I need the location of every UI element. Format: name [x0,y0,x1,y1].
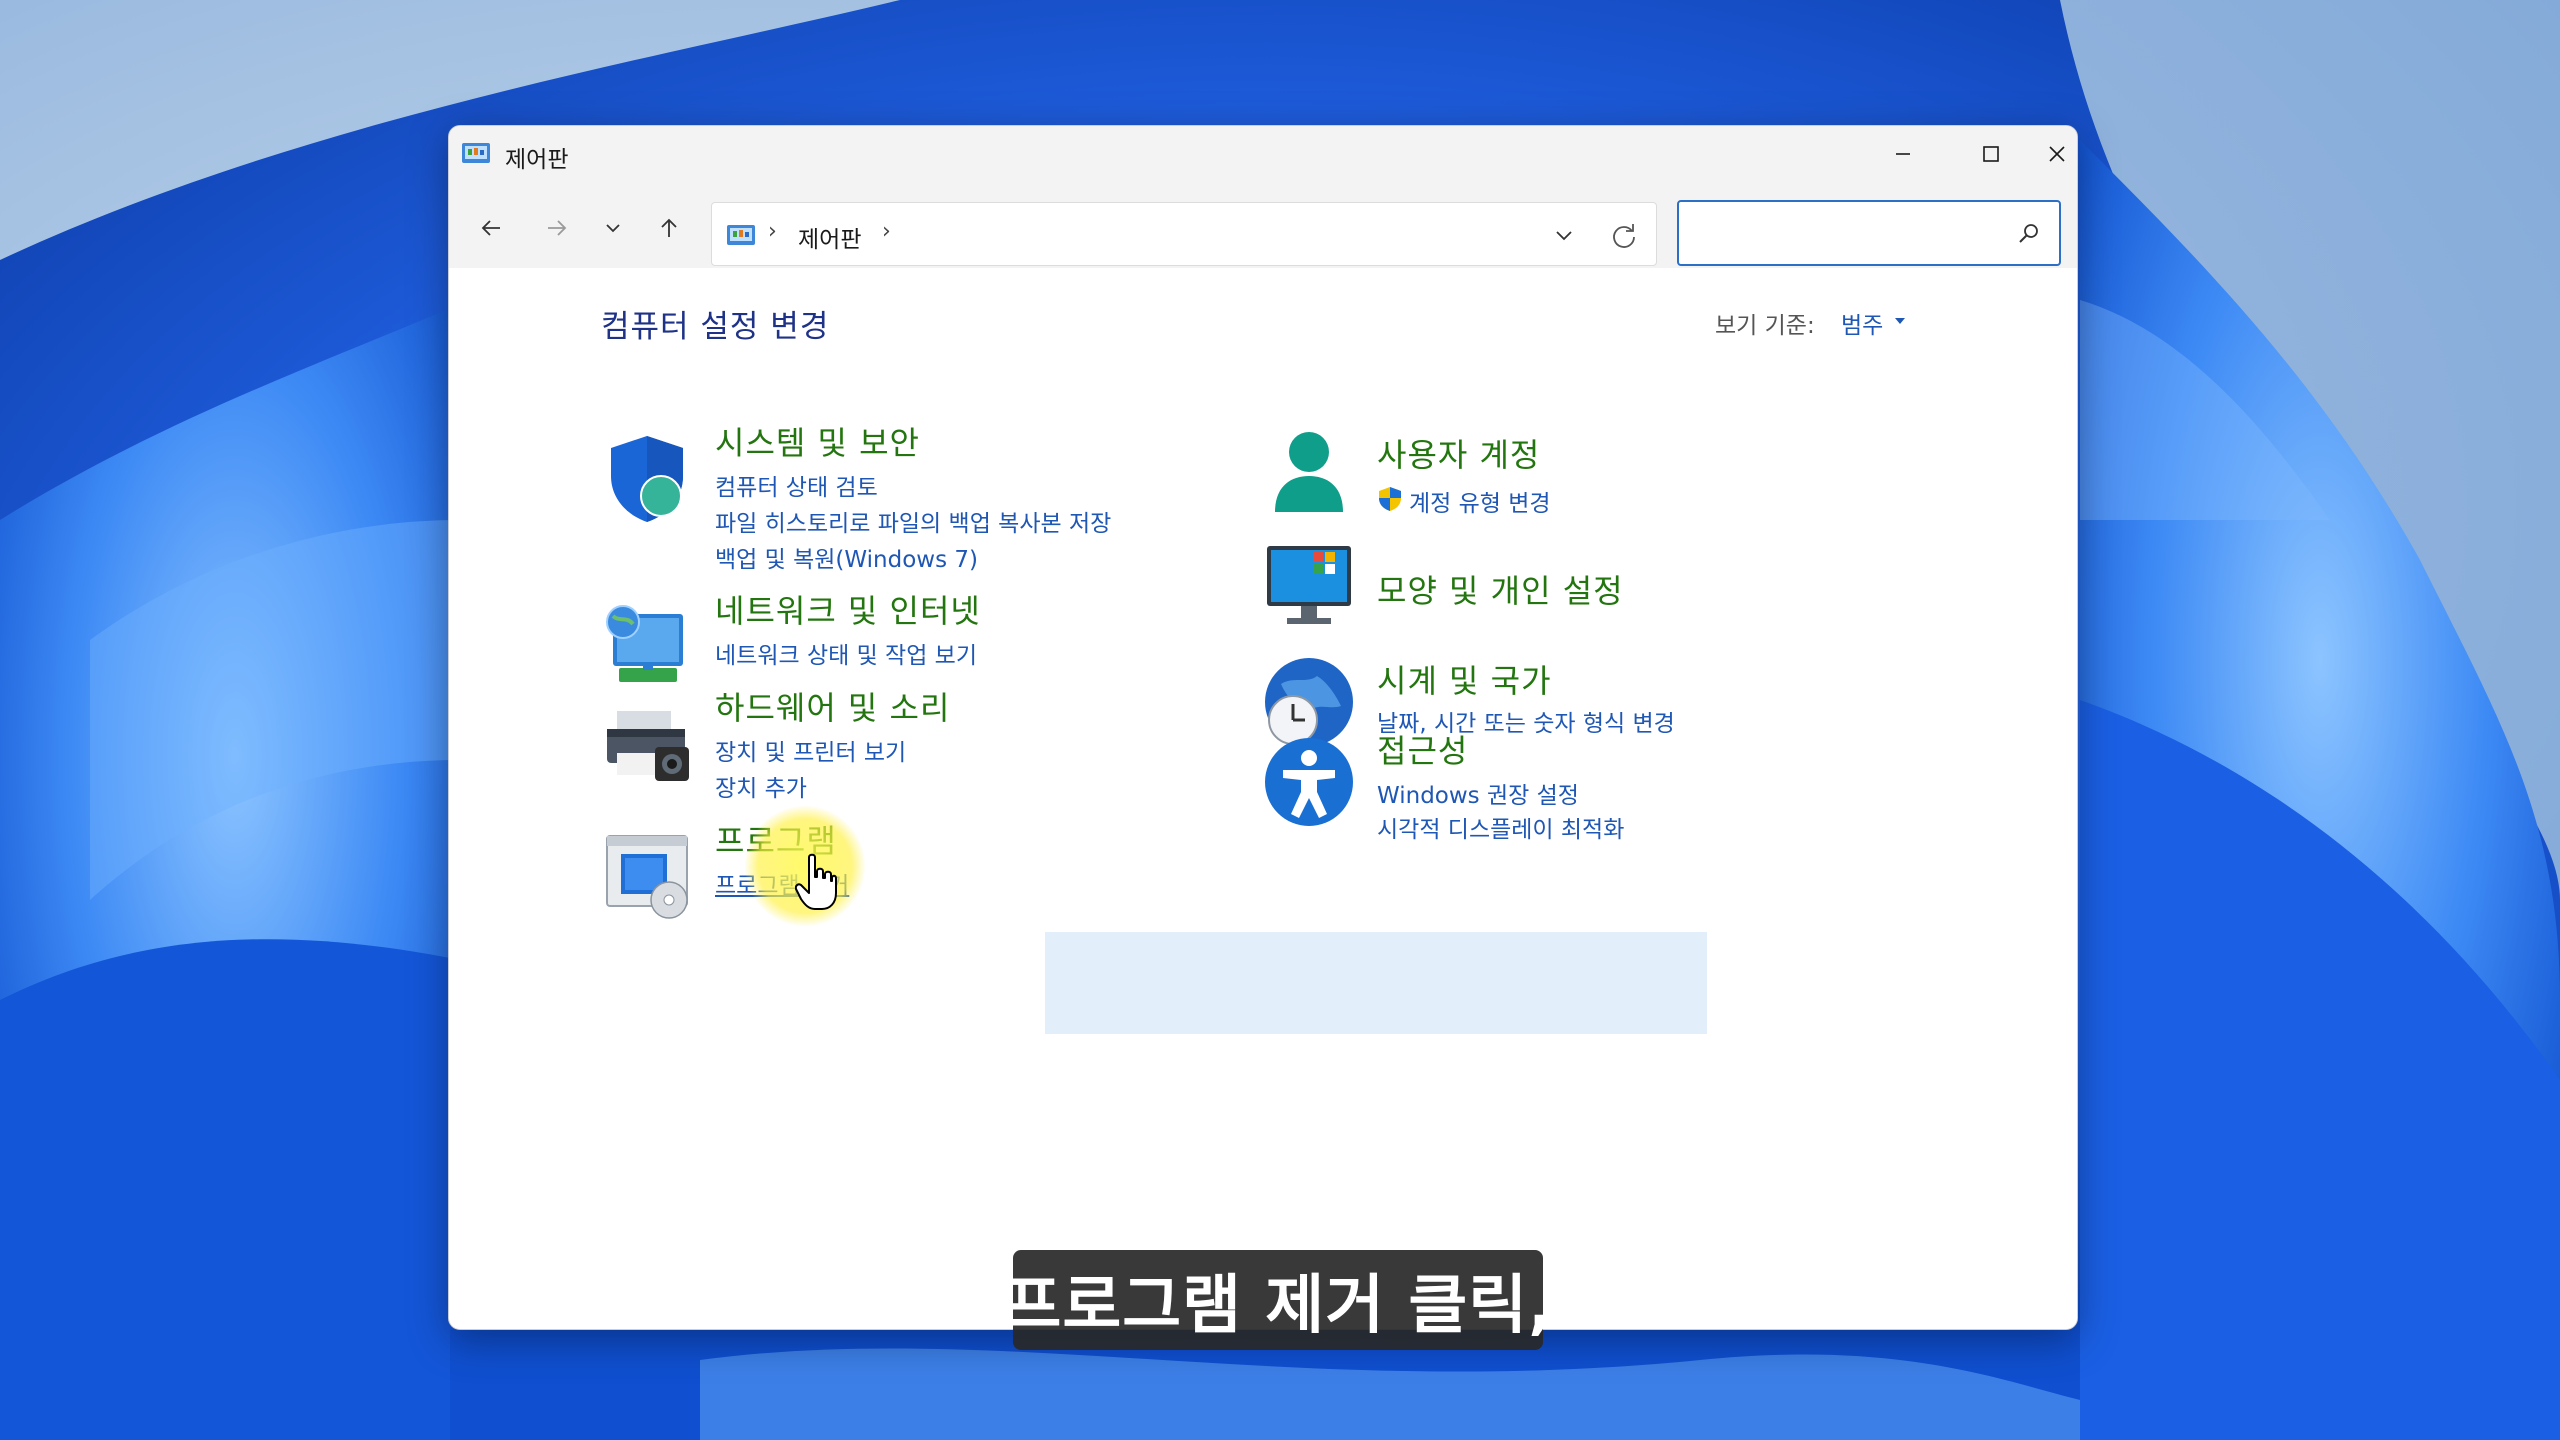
category-appearance-personalization: 모양 및 개인 설정 [1261,538,1821,638]
category-link[interactable]: Windows 권장 설정 [1377,776,1579,810]
category-link[interactable]: 컴퓨터 상태 검토 [715,468,878,502]
programs-icon [606,835,688,919]
close-button[interactable] [2035,126,2077,182]
category-title[interactable]: 시계 및 국가 [1377,656,1552,702]
maximize-icon [1983,146,1999,162]
address-bar[interactable]: › 제어판 › [711,202,1657,266]
control-panel-icon [727,225,755,245]
breadcrumb-separator-icon[interactable]: › [882,219,891,244]
category-link[interactable]: 시각적 디스플레이 최적화 [1377,810,1624,844]
category-link[interactable]: 장치 추가 [715,769,807,803]
search-input[interactable] [1689,212,1999,254]
category-programs: 프로그램 프로그램 제거 [599,816,1159,936]
category-system-security: 시스템 및 보안 컴퓨터 상태 검토 파일 히스토리로 파일의 백업 복사본 저… [599,418,1159,588]
programs-hover-highlight [1045,932,1707,1034]
category-title[interactable]: 네트워크 및 인터넷 [715,586,981,632]
category-title[interactable]: 사용자 계정 [1377,430,1540,476]
category-link[interactable]: 백업 및 복원(Windows 7) [715,540,978,574]
printer-icon [607,711,689,781]
arrow-up-icon [661,218,677,237]
navigation-bar: › 제어판 › [449,182,2077,268]
category-link[interactable]: 장치 및 프린터 보기 [715,733,906,767]
view-by-label: 보기 기준: [1715,313,1815,339]
breadcrumb-separator-icon[interactable]: › [768,219,777,244]
refresh-icon[interactable] [1608,219,1640,251]
category-title[interactable]: 접근성 [1377,726,1468,772]
forward-button[interactable] [535,206,579,250]
search-box[interactable] [1677,200,2061,266]
maximize-button[interactable] [1947,126,2035,182]
address-dropdown-icon[interactable] [1550,221,1578,249]
caret-down-icon[interactable] [1893,316,1907,326]
control-panel-window: 제어판 › 제어판 › 컴퓨터 설정 변경 보기 기준: 범주 시스템 및 보안… [448,125,2078,1330]
arrow-right-icon [548,220,567,236]
back-button[interactable] [469,206,513,250]
arrow-left-icon [481,220,500,236]
accessibility-icon [1265,738,1353,826]
category-user-accounts: 사용자 계정 계정 유형 변경 [1261,424,1821,534]
category-accessibility: 접근성 Windows 권장 설정 시각적 디스플레이 최적화 [1261,726,1821,846]
caption-text: 프로그램 제거 클릭, [1002,1269,1554,1343]
chevron-down-icon [606,224,620,233]
window-title: 제어판 [505,147,569,173]
control-panel-icon [462,143,490,163]
category-title[interactable]: 모양 및 개인 설정 [1377,566,1624,612]
category-link[interactable]: 네트워크 상태 및 작업 보기 [715,636,977,670]
video-caption: 프로그램 제거 클릭, [1003,1250,1552,1350]
up-button[interactable] [647,206,691,250]
category-title[interactable]: 시스템 및 보안 [715,418,920,464]
minimize-button[interactable] [1859,126,1947,182]
page-title: 컴퓨터 설정 변경 [601,309,830,345]
view-by-dropdown[interactable]: 범주 [1841,306,1883,340]
breadcrumb-control-panel[interactable]: 제어판 [798,220,861,254]
category-link[interactable]: 파일 히스토리로 파일의 백업 복사본 저장 [715,504,1111,538]
user-icon [1275,432,1343,512]
minimize-icon [1896,153,1910,155]
network-icon [606,605,683,682]
shield-icon [611,436,683,522]
close-icon [2049,146,2065,162]
category-link[interactable]: 계정 유형 변경 [1409,484,1551,518]
title-bar[interactable]: 제어판 [449,126,2077,182]
category-hardware-sound: 하드웨어 및 소리 장치 및 프린터 보기 장치 추가 [599,683,1159,823]
recent-locations-button[interactable] [591,206,635,250]
hand-pointer-icon [795,853,837,910]
monitor-icon [1267,546,1351,624]
category-title[interactable]: 하드웨어 및 소리 [715,683,950,729]
search-icon[interactable] [2015,220,2043,248]
uac-shield-icon [1379,487,1401,511]
